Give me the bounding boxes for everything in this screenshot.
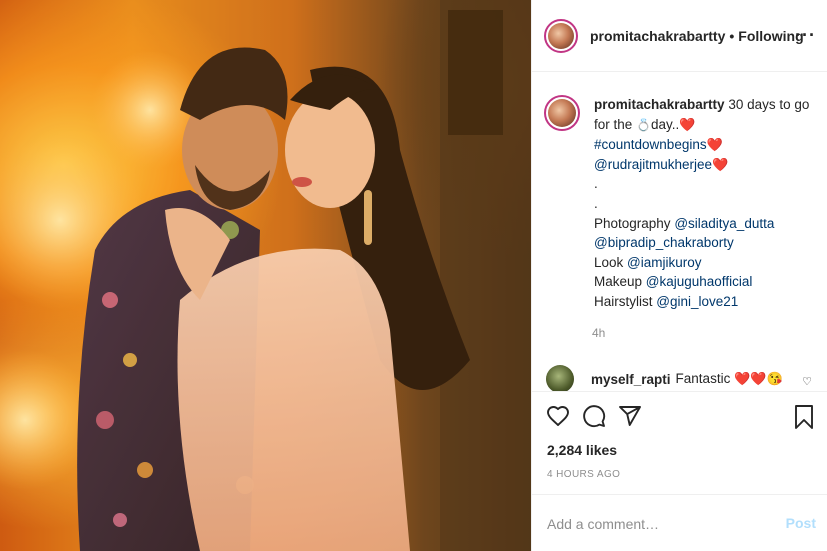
caption-text: promitachakrabartty 30 days to go for th…: [594, 95, 814, 312]
photographer-link-1[interactable]: @siladitya_dutta: [674, 216, 774, 231]
like-comment-heart-icon[interactable]: ♡: [802, 375, 812, 388]
heart-icon[interactable]: [546, 404, 570, 428]
look-link[interactable]: @iamjikuroy: [627, 255, 701, 270]
post-side-panel: promitachakrabartty • Following ··· prom…: [531, 0, 827, 551]
post-header: promitachakrabartty • Following ···: [532, 0, 827, 72]
action-icons-row: [546, 404, 816, 432]
heart-emoji: ❤️: [679, 116, 696, 132]
commenter-username[interactable]: myself_rapti: [591, 372, 671, 387]
makeup-link[interactable]: @kajuguhaofficial: [646, 274, 753, 289]
commenter-avatar[interactable]: [546, 365, 574, 391]
comment-text: Fantastic ❤️❤️😘: [675, 371, 783, 386]
comment-icon[interactable]: [582, 404, 606, 428]
add-comment-bar: Post: [532, 494, 827, 551]
post-actions: 2,284 likes 4 HOURS AGO: [532, 391, 827, 492]
post-photo[interactable]: [0, 0, 531, 551]
couple-photo-illustration: [0, 0, 531, 551]
caption-author-avatar[interactable]: [544, 95, 580, 131]
hair-credit: Hairstylist @gini_love21: [594, 293, 739, 309]
bookmark-icon[interactable]: [792, 404, 816, 430]
caption-username[interactable]: promitachakrabartty: [594, 97, 725, 112]
ring-emoji: 💍: [636, 117, 651, 132]
photography-credit: Photography @siladitya_dutta: [594, 215, 775, 231]
mention-partner-link[interactable]: @rudrajitmukherjee❤️: [594, 155, 814, 175]
comment-input[interactable]: [547, 513, 767, 535]
caption-dot-2: .: [594, 195, 598, 211]
makeup-credit: Makeup @kajuguhaofficial: [594, 274, 753, 290]
hair-link[interactable]: @gini_love21: [656, 294, 738, 309]
caption-dot-1: .: [594, 176, 598, 192]
photographer-link-2[interactable]: @bipradip_chakraborty: [594, 233, 814, 253]
post-timestamp[interactable]: 4 HOURS AGO: [547, 469, 620, 480]
caption-timestamp[interactable]: 4h: [592, 326, 605, 340]
comments-section[interactable]: promitachakrabartty 30 days to go for th…: [532, 73, 827, 391]
author-avatar[interactable]: [544, 18, 578, 53]
hashtag-link[interactable]: #countdownbegins❤️: [594, 135, 814, 155]
comment-item: myself_rapti Fantastic ❤️❤️😘 ♡: [546, 365, 816, 391]
look-credit: Look @iamjikuroy: [594, 254, 702, 270]
header-separator: •: [729, 27, 735, 44]
post-comment-button[interactable]: Post: [786, 515, 816, 531]
share-icon[interactable]: [618, 404, 642, 428]
caption-line1-end: day..: [651, 116, 680, 132]
likes-count[interactable]: 2,284 likes: [547, 442, 617, 458]
author-username[interactable]: promitachakrabartty: [590, 28, 725, 44]
more-horizontal-icon[interactable]: ···: [795, 26, 816, 44]
caption: promitachakrabartty 30 days to go for th…: [544, 95, 824, 312]
following-button[interactable]: Following: [738, 28, 803, 44]
